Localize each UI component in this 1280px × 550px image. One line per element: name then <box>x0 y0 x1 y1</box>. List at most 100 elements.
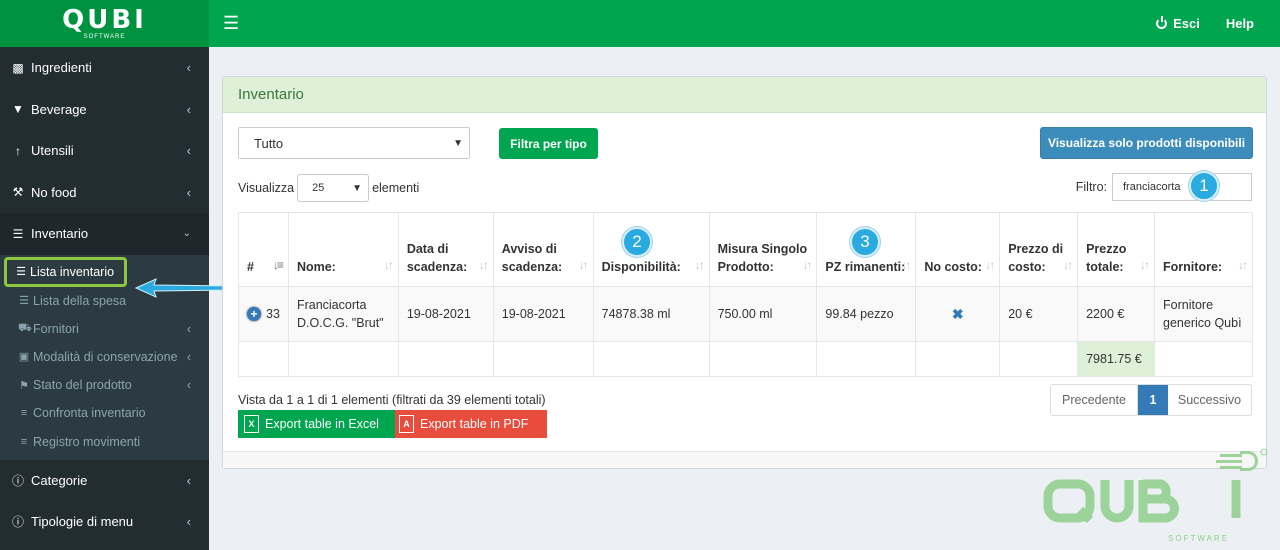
pagination-next[interactable]: Successivo <box>1168 385 1251 415</box>
brand-name: QUBI <box>62 5 147 35</box>
sidebar-item-tipologie-menu[interactable]: ⓘ Tipologie di menu ‹ <box>0 501 209 543</box>
sidebar-item-lista-inventario[interactable]: ☰ Lista inventario <box>4 256 127 287</box>
cell-cost-price: 20 € <box>999 286 1079 342</box>
list-icon: ☰ <box>16 266 26 278</box>
bars-icon: ≡ <box>20 435 28 448</box>
cocktail-icon: ▼ <box>12 102 24 117</box>
length-select-value: 25 <box>312 182 325 194</box>
annotation-badge-1: 1 <box>1189 171 1219 201</box>
sidebar-item-categorie[interactable]: ⓘ Categorie ‹ <box>0 460 209 502</box>
filter-input[interactable]: franciacorta <box>1112 173 1252 201</box>
close-x-icon: ✖ <box>951 306 964 322</box>
pagination: Precedente 1 Successivo <box>1050 384 1252 416</box>
chevron-left-icon: ‹ <box>186 143 191 159</box>
logout-label: Esci <box>1173 16 1200 31</box>
sidebar-item-label: Categorie <box>31 472 88 488</box>
sidebar-item-label: Stato del prodotto <box>33 378 132 393</box>
column-header-no-cost[interactable]: No costo: ↓↑ <box>915 212 1001 287</box>
pdf-file-icon: A <box>399 415 414 433</box>
cell-expiry: 19-08-2021 <box>397 286 494 342</box>
info-icon: ⓘ <box>11 473 24 488</box>
chevron-left-icon: ‹ <box>186 60 191 76</box>
flag-icon: ⚑ <box>19 379 29 392</box>
sort-asc-icon: ↓≡ <box>272 258 284 272</box>
sort-icon: ↓↑ <box>478 258 489 272</box>
chevron-left-icon: ‹ <box>186 184 191 200</box>
chevron-left-icon: ‹ <box>186 514 191 530</box>
sidebar-item-label: Utensili <box>31 143 74 159</box>
sidebar-item-ingredienti[interactable]: ▩ Ingredienti ‹ <box>0 47 209 89</box>
column-header-id[interactable]: # ↓≡ <box>238 212 289 287</box>
pagination-page-1[interactable]: 1 <box>1138 385 1168 415</box>
export-buttons: X Export table in Excel A Export table i… <box>238 410 547 438</box>
sidebar-item-label: Registro movimenti <box>33 434 140 449</box>
column-header-availability[interactable]: Disponibilità: ↓↑ <box>592 212 710 287</box>
table-total-row: 7981.75 € <box>238 341 1253 377</box>
sort-icon: ↓↑ <box>901 258 911 272</box>
type-select-value: Tutto <box>254 135 284 151</box>
cell-unit-size: 750.00 ml <box>708 286 818 342</box>
chevron-down-icon: ▼ <box>453 137 463 149</box>
chevron-left-icon: ‹ <box>186 349 191 364</box>
export-excel-button[interactable]: X Export table in Excel <box>238 410 395 438</box>
expand-plus-icon[interactable]: + <box>247 307 261 321</box>
pagination-prev[interactable]: Precedente <box>1051 385 1138 415</box>
export-pdf-button[interactable]: A Export table in PDF <box>395 410 547 438</box>
type-select[interactable]: Tutto ▼ <box>238 127 470 159</box>
sidebar-item-beverage[interactable]: ▼ Beverage ‹ <box>0 89 209 131</box>
cell-availability: 74878.38 ml <box>592 286 710 342</box>
sort-icon: ↓↑ <box>802 258 812 272</box>
column-header-total-price[interactable]: Prezzo totale: ↓↑ <box>1077 212 1156 287</box>
sidebar: ▩ Ingredienti ‹ ▼ Beverage ‹ ↑ Utensili … <box>0 47 209 550</box>
column-header-expiry[interactable]: Data di scadenza: ↓↑ <box>397 212 494 287</box>
chevron-left-icon: ‹ <box>186 101 191 117</box>
length-select[interactable]: 25 ▼ <box>297 174 370 202</box>
sort-icon: ↓↑ <box>985 258 995 272</box>
logout-link[interactable]: Esci <box>1156 16 1200 31</box>
help-link[interactable]: Help <box>1226 16 1254 31</box>
column-header-supplier[interactable]: Fornitore: ↓↑ <box>1154 212 1253 287</box>
filter-input-value: franciacorta <box>1123 181 1181 193</box>
sidebar-item-fornitori[interactable]: ⛟ Fornitori ‹ <box>0 315 209 343</box>
table-header-row: # ↓≡ Nome: ↓↑ Data di scadenza: ↓↑ Avviso d… <box>238 212 1253 287</box>
cell-warning: 19-08-2021 <box>492 286 594 342</box>
grand-total: 7981.75 € <box>1077 341 1156 377</box>
cell-id: +33 <box>238 286 289 342</box>
qubi-watermark-logo: SOFTWARE <box>1043 448 1268 543</box>
sidebar-item-inventario[interactable]: ☰ Inventario ⌄ <box>0 213 209 255</box>
show-available-button[interactable]: Visualizza solo prodotti disponibili <box>1040 127 1253 159</box>
sidebar-item-label: Fornitori <box>33 321 79 336</box>
column-header-name[interactable]: Nome: ↓↑ <box>287 212 399 287</box>
power-icon <box>1156 16 1168 29</box>
sidebar-item-label: Modalità di conservazione <box>33 349 178 364</box>
chevron-left-icon: ‹ <box>186 321 191 336</box>
filter-by-type-button[interactable]: Filtra per tipo <box>499 128 598 159</box>
sidebar-item-registro-movimenti[interactable]: ≡ Registro movimenti <box>0 427 209 455</box>
sidebar-item-label: Tipologie di menu <box>31 514 134 530</box>
length-control: Visualizza 25 ▼ elementi <box>238 174 419 202</box>
export-excel-label: Export table in Excel <box>265 417 379 431</box>
table-info: Vista da 1 a 1 di 1 elementi (filtrati d… <box>238 393 546 407</box>
sidebar-item-confronta-inventario[interactable]: ≡ Confronta inventario <box>0 399 209 427</box>
sidebar-item-modalita-conservazione[interactable]: ▣ Modalità di conservazione ‹ <box>0 343 209 371</box>
cell-supplier: Fornitore generico Qubì <box>1154 286 1253 342</box>
column-header-pieces[interactable]: PZ rimanenti: ↓↑ <box>816 212 917 287</box>
sidebar-item-label: Confronta inventario <box>33 406 146 421</box>
column-header-warning[interactable]: Avviso di scadenza: ↓↑ <box>492 212 594 287</box>
sort-icon: ↓↑ <box>1063 258 1073 272</box>
cube-icon: ▣ <box>18 351 30 364</box>
column-header-unit-size[interactable]: Misura Singolo Prodotto: ↓↑ <box>708 212 818 287</box>
chevron-left-icon: ‹ <box>186 378 191 393</box>
sidebar-item-stato-prodotto[interactable]: ⚑ Stato del prodotto ‹ <box>0 371 209 399</box>
annotation-arrow-icon <box>134 278 233 298</box>
inventory-table: # ↓≡ Nome: ↓↑ Data di scadenza: ↓↑ Avviso d… <box>238 212 1253 377</box>
brand-logo[interactable]: QUBI SOFTWARE <box>0 0 209 47</box>
column-header-cost-price[interactable]: Prezzo di costo: ↓↑ <box>999 212 1079 287</box>
chevron-down-icon: ▼ <box>352 182 363 194</box>
watermark-sub: SOFTWARE <box>1168 534 1229 543</box>
sort-icon: ↓↑ <box>578 258 589 272</box>
sidebar-item-no-food[interactable]: ⚒ No food ‹ <box>0 172 209 214</box>
length-suffix: elementi <box>372 181 420 195</box>
hamburger-icon[interactable]: ☰ <box>223 13 239 34</box>
sidebar-item-utensili[interactable]: ↑ Utensili ‹ <box>0 130 209 172</box>
